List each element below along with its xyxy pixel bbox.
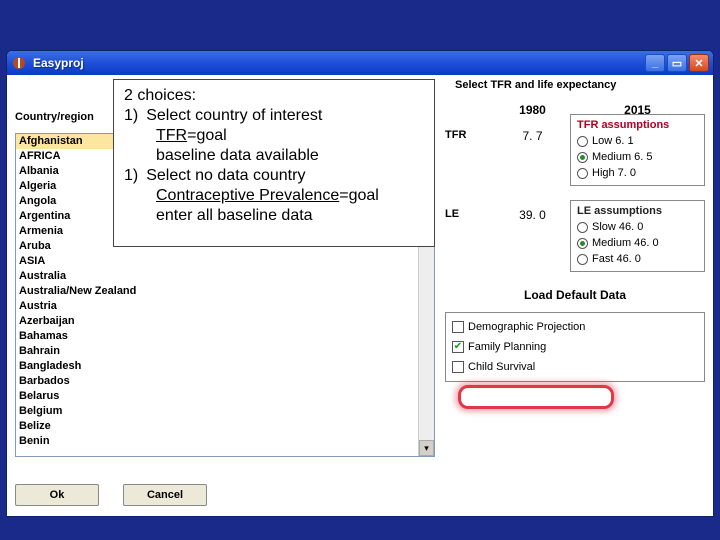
callout-heading: 2 choices: bbox=[124, 86, 424, 106]
projection-option[interactable]: Demographic Projection bbox=[452, 317, 698, 337]
radio-icon[interactable] bbox=[577, 238, 588, 249]
minimize-button[interactable]: _ bbox=[645, 54, 665, 72]
projection-option[interactable]: Family Planning bbox=[452, 337, 698, 357]
country-region-label: Country/region bbox=[15, 111, 94, 123]
close-button[interactable]: ✕ bbox=[689, 54, 709, 72]
tfr-option[interactable]: Low 6. 1 bbox=[577, 133, 698, 149]
app-window: Easyproj _ ▭ ✕ Country/region Afghanista… bbox=[6, 50, 714, 517]
tfr-option[interactable]: High 7. 0 bbox=[577, 165, 698, 181]
le-assumptions-title: LE assumptions bbox=[577, 205, 698, 217]
cancel-button[interactable]: Cancel bbox=[123, 484, 207, 506]
scroll-down-button[interactable]: ▾ bbox=[419, 440, 434, 456]
radio-icon[interactable] bbox=[577, 222, 588, 233]
le-option[interactable]: Slow 46. 0 bbox=[577, 219, 698, 235]
window-controls: _ ▭ ✕ bbox=[645, 54, 709, 72]
tfr-assumptions-box: TFR assumptions Low 6. 1 Medium 6. 5 High … bbox=[570, 114, 705, 186]
radio-label: High 7. 0 bbox=[592, 167, 636, 179]
list-item[interactable]: Austria bbox=[16, 299, 434, 314]
list-item[interactable]: Belize bbox=[16, 419, 434, 434]
le-label: LE bbox=[445, 208, 495, 220]
le-assumptions-box: LE assumptions Slow 46. 0 Medium 46. 0 Fas… bbox=[570, 200, 705, 272]
titlebar[interactable]: Easyproj _ ▭ ✕ bbox=[7, 51, 713, 75]
radio-label: Medium 6. 5 bbox=[592, 151, 653, 163]
right-panel: Select TFR and life expectancy 1980 2015… bbox=[445, 79, 705, 382]
list-item[interactable]: Barbados bbox=[16, 374, 434, 389]
radio-icon[interactable] bbox=[577, 168, 588, 179]
list-item[interactable]: Belgium bbox=[16, 404, 434, 419]
app-icon bbox=[11, 55, 27, 71]
radio-label: Fast 46. 0 bbox=[592, 253, 641, 265]
le-option[interactable]: Medium 46. 0 bbox=[577, 235, 698, 251]
radio-label: Slow 46. 0 bbox=[592, 221, 643, 233]
radio-icon[interactable] bbox=[577, 136, 588, 147]
list-item[interactable]: Bahrain bbox=[16, 344, 434, 359]
load-default-data-label[interactable]: Load Default Data bbox=[445, 288, 705, 302]
tfr-assumptions-title: TFR assumptions bbox=[577, 119, 698, 131]
projections-box: Demographic Projection Family Planning Chi… bbox=[445, 312, 705, 382]
list-item[interactable]: Bahamas bbox=[16, 329, 434, 344]
radio-label: Low 6. 1 bbox=[592, 135, 634, 147]
checkbox-label: Child Survival bbox=[468, 361, 535, 373]
tfr-option[interactable]: Medium 6. 5 bbox=[577, 149, 698, 165]
checkbox-label: Demographic Projection bbox=[468, 321, 585, 333]
list-item[interactable]: Azerbaijan bbox=[16, 314, 434, 329]
checkbox-icon[interactable] bbox=[452, 321, 464, 333]
ok-button[interactable]: Ok bbox=[15, 484, 99, 506]
list-item[interactable]: Australia/New Zealand bbox=[16, 284, 434, 299]
le-1980-value: 39. 0 bbox=[505, 208, 560, 222]
list-item[interactable]: Australia bbox=[16, 269, 434, 284]
client-area: Country/region AfghanistanAFRICAAlbaniaA… bbox=[7, 75, 713, 516]
year-1980-header: 1980 bbox=[505, 103, 560, 117]
checkbox-label: Family Planning bbox=[468, 341, 546, 353]
radio-icon[interactable] bbox=[577, 254, 588, 265]
tfr-label: TFR bbox=[445, 129, 495, 141]
window-title: Easyproj bbox=[33, 56, 639, 70]
dialog-buttons: Ok Cancel bbox=[15, 484, 207, 506]
list-item[interactable]: ASIA bbox=[16, 254, 434, 269]
list-item[interactable]: Belarus bbox=[16, 389, 434, 404]
maximize-button[interactable]: ▭ bbox=[667, 54, 687, 72]
checkbox-icon[interactable] bbox=[452, 341, 464, 353]
le-option[interactable]: Fast 46. 0 bbox=[577, 251, 698, 267]
tfr-1980-value: 7. 7 bbox=[505, 129, 560, 143]
radio-label: Medium 46. 0 bbox=[592, 237, 659, 249]
list-item[interactable]: Bangladesh bbox=[16, 359, 434, 374]
list-item[interactable]: Benin bbox=[16, 434, 434, 449]
radio-icon[interactable] bbox=[577, 152, 588, 163]
select-tfr-le-heading: Select TFR and life expectancy bbox=[455, 79, 705, 91]
family-planning-highlight bbox=[458, 385, 614, 409]
checkbox-icon[interactable] bbox=[452, 361, 464, 373]
annotation-callout: 2 choices: 1)Select country of interest … bbox=[113, 79, 435, 247]
projection-option[interactable]: Child Survival bbox=[452, 357, 698, 377]
